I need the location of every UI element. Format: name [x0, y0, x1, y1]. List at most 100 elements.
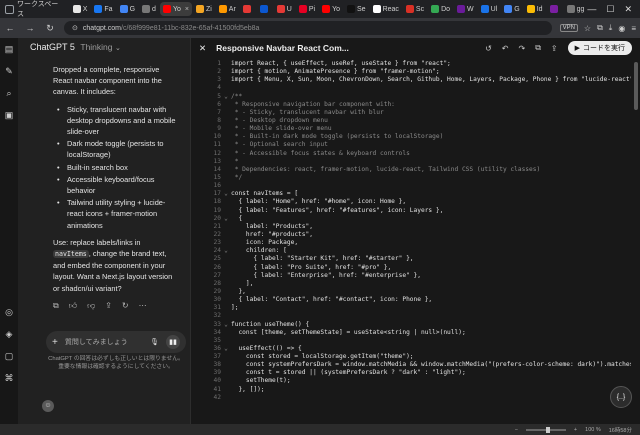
browser-tab[interactable]: Id	[524, 2, 546, 16]
code-editor[interactable]: 1 import React, { useEffect, useRef, useS…	[191, 60, 631, 424]
fold-chevron-icon[interactable]: ⌄	[221, 321, 231, 329]
browser-tab[interactable]: Reac	[370, 2, 402, 16]
editor-scrollbar[interactable]	[634, 62, 638, 110]
code-line: 38 const systemPrefersDark = window.matc…	[191, 361, 631, 369]
copy-code-icon[interactable]: ⧉	[535, 43, 541, 53]
menu-icon[interactable]: ≡	[631, 24, 636, 33]
share-canvas-icon[interactable]: ⇪	[551, 44, 558, 53]
fold-chevron-icon[interactable]: ⌄	[221, 247, 231, 255]
code-line: 32	[191, 312, 631, 320]
zoom-slider[interactable]	[525, 426, 566, 433]
browser-tab[interactable]: Fa	[91, 2, 115, 16]
plus-icon[interactable]: +	[52, 337, 58, 348]
tab-favicon-icon	[218, 5, 227, 13]
redo-icon[interactable]: ↷	[518, 44, 525, 53]
extensions-icon[interactable]: ⧉	[597, 23, 603, 33]
voice-mode-icon[interactable]: ▮▮	[166, 335, 180, 349]
browser-tab[interactable]: Ar	[216, 2, 239, 16]
line-number: 36	[213, 344, 221, 352]
browser-tab[interactable]	[240, 2, 256, 16]
composer[interactable]: + 質問してみましょう 🎙︎ ▮▮	[46, 331, 186, 353]
browser-tab[interactable]: Yo ×	[159, 2, 192, 16]
browser-tab[interactable]	[257, 2, 273, 16]
browser-tab[interactable]	[547, 2, 563, 16]
sora-icon[interactable]: ◈	[6, 329, 13, 340]
zoom-in-icon[interactable]: +	[574, 427, 577, 433]
line-number: 14	[213, 165, 221, 173]
more-icon[interactable]: ⋯	[139, 300, 147, 311]
copy-icon[interactable]: ⧉	[53, 300, 59, 311]
browser-tab[interactable]: gg	[564, 2, 588, 16]
zoom-out-icon[interactable]: −	[515, 427, 518, 433]
zoom-slider-thumb[interactable]	[545, 426, 550, 433]
back-icon[interactable]: ←	[4, 23, 16, 33]
sidebar-toggle-icon[interactable]: ▤	[5, 44, 14, 55]
fold-chevron-icon[interactable]: ⌄	[221, 190, 231, 198]
close-window-icon[interactable]: ✕	[624, 4, 632, 15]
close-canvas-icon[interactable]: ✕	[199, 43, 206, 54]
browser-tab[interactable]: W	[454, 2, 477, 16]
undo-icon[interactable]: ↶	[502, 44, 509, 53]
profile-icon[interactable]: ◉	[618, 24, 625, 33]
line-number: 41	[213, 385, 221, 393]
reload-icon[interactable]: ↻	[44, 23, 56, 34]
tab-favicon-icon	[259, 5, 268, 13]
tab-favicon-icon	[549, 5, 558, 13]
vpn-badge[interactable]: VPN	[559, 24, 578, 32]
url-path: /c/68f999e81-11bc-832e-65af-41500fd5eb8a	[121, 24, 260, 32]
share-icon[interactable]: ⇪	[105, 300, 112, 311]
bookmark-star-icon[interactable]: ☆	[584, 24, 591, 33]
thumbs-down-icon[interactable]: 👎︎	[87, 300, 95, 311]
code-line: 41 }, []);	[191, 386, 631, 394]
line-number: 39	[213, 369, 221, 377]
codex-icon[interactable]: ⌘	[5, 373, 14, 384]
fold-chevron-icon[interactable]: ⌄	[221, 345, 231, 353]
code-tools-button[interactable]: {..}	[610, 386, 632, 408]
browser-tab[interactable]: G	[501, 2, 522, 16]
projects-icon[interactable]: ▢	[5, 351, 14, 362]
browser-tab[interactable]: d	[139, 2, 159, 16]
site-info-icon[interactable]: ⊙	[72, 24, 78, 32]
tab-favicon-icon	[242, 5, 251, 13]
url-field[interactable]: ⊙ chatgpt.com/c/68f999e81-11bc-832e-65af…	[64, 21, 552, 35]
browser-tab[interactable]: Ul	[478, 2, 501, 16]
close-tab-icon[interactable]: ×	[185, 6, 189, 13]
code-text: useEffect(() => {	[231, 344, 302, 352]
line-number: 11	[213, 141, 221, 149]
workspace-switcher[interactable]: ワークスペース	[0, 1, 70, 18]
browser-tab[interactable]: Pi	[296, 2, 318, 16]
browser-tab[interactable]: Se	[344, 2, 369, 16]
fold-chevron-icon	[221, 174, 231, 182]
run-code-button[interactable]: ▶ コードを実行	[567, 41, 632, 55]
fold-chevron-icon[interactable]: ⌄	[221, 93, 231, 101]
download-icon[interactable]: ⤓	[609, 23, 613, 33]
browser-tab[interactable]: Yo	[319, 2, 343, 16]
gpts-icon[interactable]: ◎	[5, 307, 13, 318]
microphone-icon[interactable]: 🎙︎	[150, 338, 159, 346]
browser-tab[interactable]: Zi	[193, 2, 215, 16]
fold-chevron-icon	[221, 158, 231, 166]
user-avatar-icon[interactable]: ☺	[42, 400, 54, 412]
minimize-icon[interactable]: —	[587, 4, 596, 15]
history-icon[interactable]: ↺	[485, 44, 492, 53]
model-selector[interactable]: ChatGPT 5 Thinking ⌄	[30, 42, 121, 54]
thumbs-up-icon[interactable]: 👍︎	[69, 300, 77, 311]
regenerate-icon[interactable]: ↻	[122, 300, 129, 311]
browser-tab[interactable]: G	[117, 2, 138, 16]
browser-tab[interactable]: X	[70, 2, 91, 16]
tab-favicon-icon	[195, 5, 204, 13]
tab-label: Reac	[382, 5, 399, 13]
code-line: 24 ⌄ children: [	[191, 247, 631, 255]
code-line: 10 * - Built-in dark mode toggle (persis…	[191, 133, 631, 141]
new-chat-icon[interactable]: ✎	[5, 66, 13, 77]
browser-tab[interactable]: U	[274, 2, 295, 16]
maximize-icon[interactable]: ☐	[606, 4, 614, 15]
run-code-label: コードを実行	[583, 45, 625, 52]
fold-chevron-icon[interactable]: ⌄	[221, 215, 231, 223]
line-number: 35	[213, 336, 221, 344]
browser-tab[interactable]: Sc	[403, 2, 427, 16]
search-icon[interactable]: ⌕	[6, 88, 11, 99]
forward-icon[interactable]: →	[24, 23, 36, 33]
browser-tab[interactable]: Do	[428, 2, 453, 16]
library-icon[interactable]: ▣	[5, 110, 14, 121]
